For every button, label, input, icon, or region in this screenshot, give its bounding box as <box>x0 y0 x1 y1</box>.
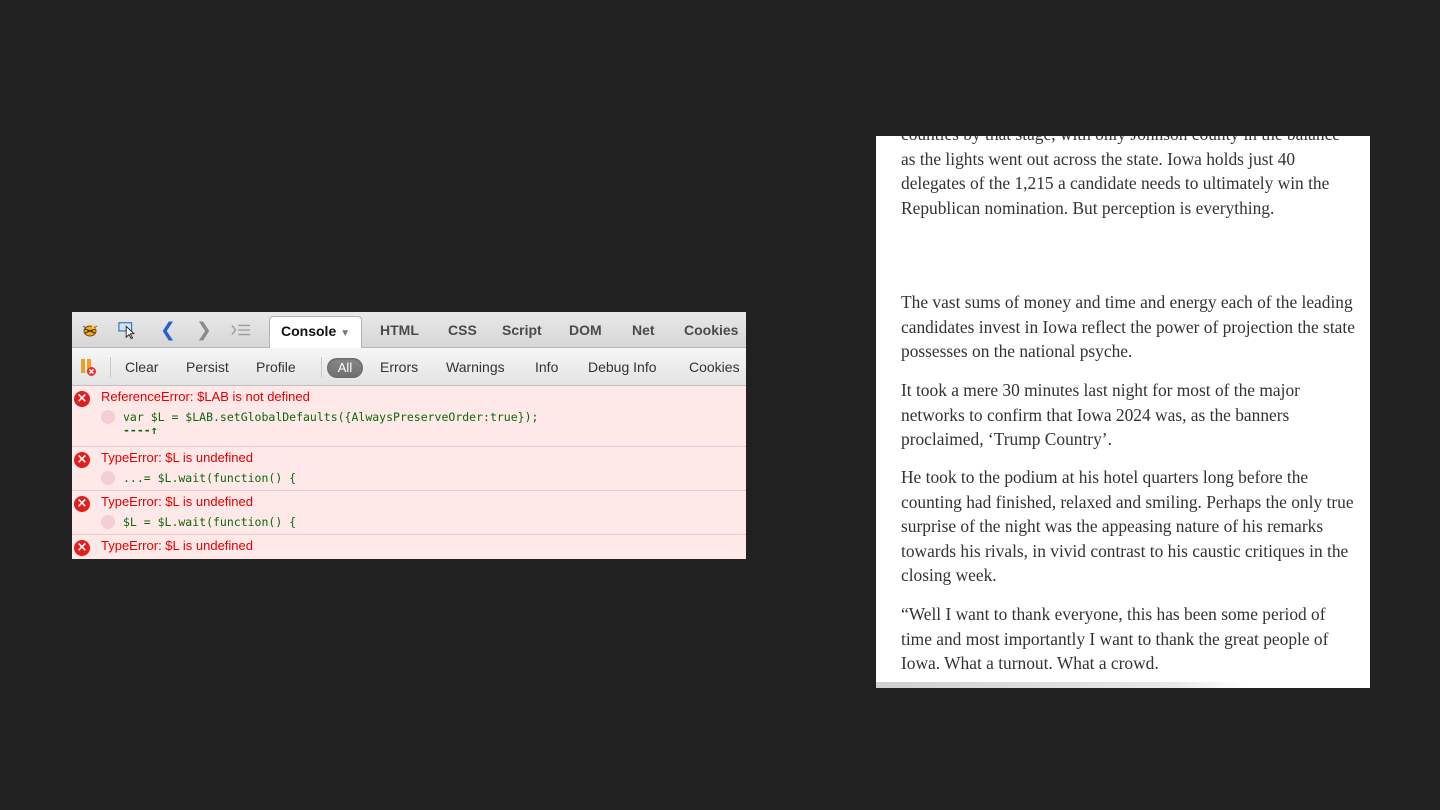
error-source-line[interactable]: $L = $L.wait(function() { <box>123 515 296 529</box>
log-row[interactable]: × TypeError: $L is undefined <box>72 535 746 559</box>
log-row[interactable]: × ReferenceError: $LAB is not defined va… <box>72 386 746 447</box>
error-icon: × <box>74 496 90 512</box>
error-icon: × <box>74 452 90 468</box>
tab-cookies[interactable]: Cookies <box>684 312 738 347</box>
error-icon: × <box>74 540 90 556</box>
log-row[interactable]: × TypeError: $L is undefined ...= $L.wai… <box>72 447 746 491</box>
error-source-line[interactable]: var $L = $LAB.setGlobalDefaults({AlwaysP… <box>123 410 538 424</box>
toolbar-separator <box>110 357 111 377</box>
error-message[interactable]: TypeError: $L is undefined <box>101 538 253 553</box>
persist-button[interactable]: Persist <box>186 348 229 385</box>
article-paragraph: It took a mere 30 minutes last night for… <box>901 380 1300 449</box>
firebug-tab-bar: ❮ ❯ Console ▼ HTML CSS Script DOM Net Coo… <box>72 312 746 348</box>
firebug-bug-icon[interactable] <box>80 320 100 340</box>
error-message[interactable]: ReferenceError: $LAB is not defined <box>101 389 310 404</box>
tab-net[interactable]: Net <box>632 312 655 347</box>
error-position-marker: ----↑ <box>123 423 158 437</box>
scroll-shadow <box>876 682 1246 688</box>
console-log: × ReferenceError: $LAB is not defined va… <box>72 386 746 559</box>
breakpoint-icon[interactable] <box>101 410 115 424</box>
filter-info-button[interactable]: Info <box>535 348 558 385</box>
tab-script[interactable]: Script <box>502 312 542 347</box>
filter-errors-button[interactable]: Errors <box>380 348 418 385</box>
chevron-down-icon[interactable]: ▼ <box>340 328 350 339</box>
article-text-panel: counties by that stage, with only Johnso… <box>876 136 1370 688</box>
back-arrow-icon[interactable]: ❮ <box>158 320 178 340</box>
error-source-line[interactable]: ...= $L.wait(function() { <box>123 471 296 485</box>
error-message[interactable]: TypeError: $L is undefined <box>101 494 253 509</box>
error-message[interactable]: TypeError: $L is undefined <box>101 450 253 465</box>
inspect-element-icon[interactable] <box>118 320 138 340</box>
forward-arrow-icon[interactable]: ❯ <box>194 320 214 340</box>
filter-cookies-button[interactable]: Cookies <box>689 348 740 385</box>
tab-console[interactable]: Console ▼ <box>269 316 362 348</box>
log-row[interactable]: × TypeError: $L is undefined $L = $L.wai… <box>72 491 746 535</box>
tab-css[interactable]: CSS <box>448 312 477 347</box>
filter-all-button[interactable]: All <box>327 358 363 378</box>
breakpoint-icon[interactable] <box>101 471 115 485</box>
firebug-console-panel: ❮ ❯ Console ▼ HTML CSS Script DOM Net Coo… <box>72 312 746 559</box>
tab-dom[interactable]: DOM <box>569 312 602 347</box>
article-paragraph: counties by that stage, with only Johnso… <box>901 136 1340 218</box>
profile-button[interactable]: Profile <box>256 348 296 385</box>
article-paragraph: The vast sums of money and time and ener… <box>901 292 1355 361</box>
filter-debug-info-button[interactable]: Debug Info <box>588 348 657 385</box>
breakpoint-icon[interactable] <box>101 515 115 529</box>
pause-on-errors-icon[interactable] <box>78 357 98 377</box>
tab-console-label: Console <box>281 323 337 339</box>
filter-warnings-button[interactable]: Warnings <box>446 348 505 385</box>
error-icon: × <box>74 391 90 407</box>
article-paragraph: He took to the podium at his hotel quart… <box>901 467 1354 585</box>
command-line-icon[interactable] <box>231 320 251 340</box>
article-paragraph: “Well I want to thank everyone, this has… <box>901 604 1329 673</box>
console-toolbar: Clear Persist Profile All Errors Warning… <box>72 348 746 386</box>
toolbar-separator <box>321 357 322 377</box>
tab-html[interactable]: HTML <box>380 312 419 347</box>
clear-button[interactable]: Clear <box>125 348 158 385</box>
